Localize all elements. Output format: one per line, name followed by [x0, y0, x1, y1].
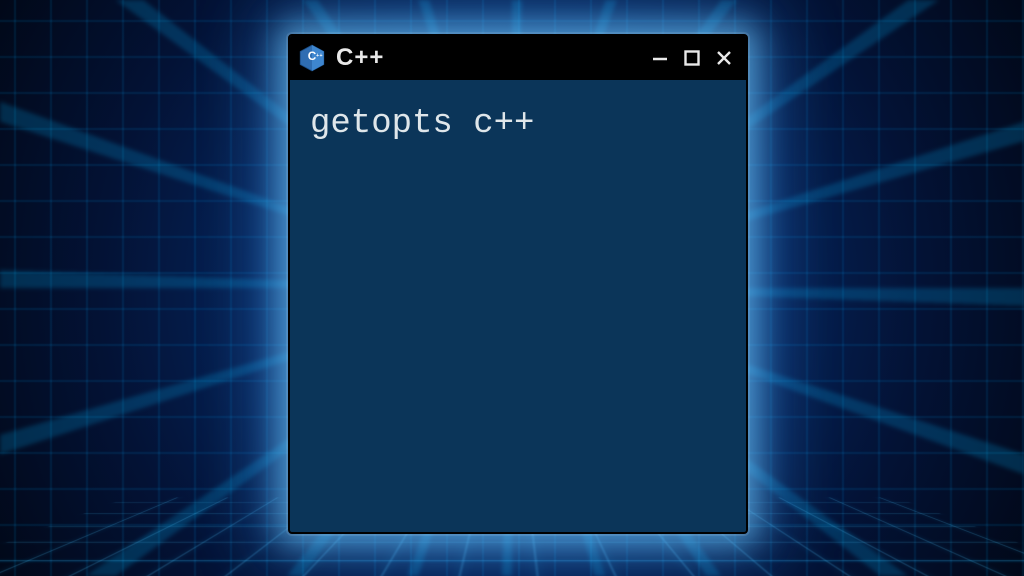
window-controls	[648, 46, 736, 70]
svg-text:C: C	[308, 50, 317, 63]
minimize-button[interactable]	[648, 46, 672, 70]
window-title: C++	[336, 44, 638, 72]
terminal-content[interactable]: getopts c++	[290, 80, 746, 532]
cpp-logo-icon: C + +	[298, 44, 326, 72]
close-button[interactable]	[712, 46, 736, 70]
svg-text:+: +	[316, 53, 319, 59]
maximize-button[interactable]	[680, 46, 704, 70]
app-window: C + + C++ getopts c++	[288, 34, 748, 534]
titlebar[interactable]: C + + C++	[290, 36, 746, 80]
svg-text:+: +	[319, 53, 322, 59]
